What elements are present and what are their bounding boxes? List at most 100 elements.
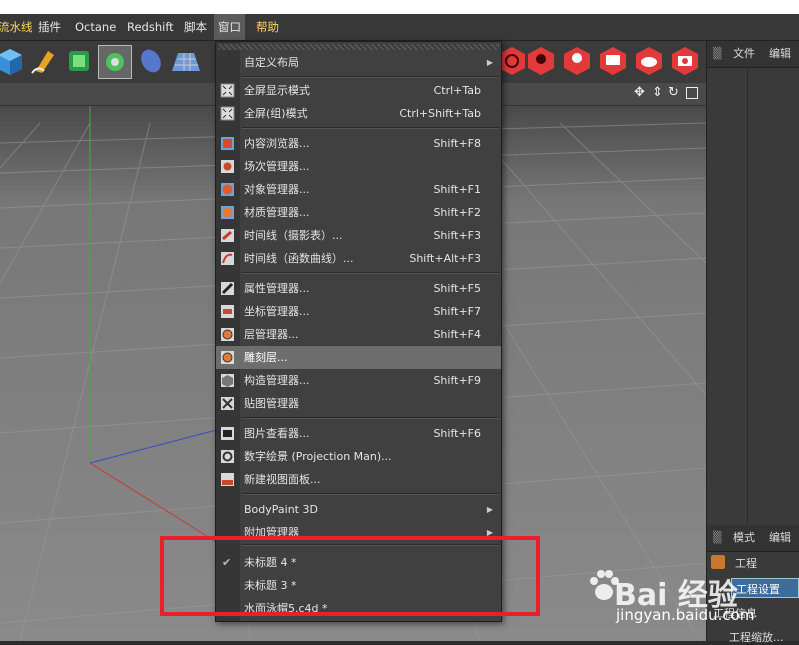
menu-item-structure-manager[interactable]: 构造管理器... Shift+F9: [216, 369, 501, 392]
menu-item-label: 内容浏览器...: [244, 137, 310, 150]
menu-item-take-manager[interactable]: 场次管理器...: [216, 155, 501, 178]
pen-icon[interactable]: [28, 45, 60, 77]
menu-item-label: 属性管理器...: [244, 282, 310, 295]
grip-icon: ▒: [713, 47, 722, 60]
menu-item-shortcut: Shift+F9: [433, 374, 481, 387]
menu-item-shortcut: Shift+F7: [433, 305, 481, 318]
grip-icon: ▒: [713, 531, 722, 544]
menu-item-label: 时间线（函数曲线）...: [244, 252, 354, 265]
menu-item-texture-manager[interactable]: 贴图管理器: [216, 392, 501, 415]
annotation-highlight-box: [160, 536, 540, 616]
menu-item-fullscreen[interactable]: 全屏显示模式 Ctrl+Tab: [216, 79, 501, 102]
menu-separator: [242, 272, 499, 274]
tab-mode[interactable]: 模式: [733, 525, 755, 551]
menu-plugins[interactable]: 插件: [38, 14, 61, 40]
projection-man-icon: [221, 450, 234, 463]
menu-item-material-manager[interactable]: 材质管理器... Shift+F2: [216, 201, 501, 224]
menu-item-label: 新建视图面板...: [244, 473, 321, 486]
tab-edit-attributes[interactable]: 编辑: [769, 525, 791, 551]
menu-item-layer-manager[interactable]: 层管理器... Shift+F4: [216, 323, 501, 346]
move-view-icon[interactable]: ✥: [634, 85, 645, 100]
right-panel: ▒ 文件 编辑 ▒ 模式 编辑 工程 工程设置 工程信息 工程缩放...: [706, 41, 799, 644]
menu-item-shortcut: Shift+F4: [433, 328, 481, 341]
sculpt-layer-icon: [221, 351, 234, 364]
menu-separator: [242, 417, 499, 419]
menu-item-new-view-panel[interactable]: 新建视图面板...: [216, 468, 501, 491]
menu-item-custom-layout[interactable]: 自定义布局 ▶: [216, 51, 501, 74]
menu-item-label: BodyPaint 3D: [244, 503, 318, 516]
menu-separator: [242, 493, 499, 495]
menu-item-label: 全屏显示模式: [244, 84, 310, 97]
coordinate-manager-icon: [221, 305, 234, 318]
new-view-panel-icon: [221, 473, 234, 486]
cloner-icon[interactable]: [98, 45, 132, 79]
submenu-arrow-icon: ▶: [486, 505, 493, 514]
menu-item-label: 图片查看器...: [244, 427, 310, 440]
menu-item-label: 时间线（摄影表）...: [244, 229, 343, 242]
menu-item-timeline-fcurve[interactable]: 时间线（函数曲线）... Shift+Alt+F3: [216, 247, 501, 270]
floor-icon[interactable]: [170, 45, 202, 77]
menu-pipeline[interactable]: 流水线: [0, 14, 33, 40]
menu-item-bodypaint[interactable]: BodyPaint 3D ▶: [216, 498, 501, 521]
menu-item-attribute-manager[interactable]: 属性管理器... Shift+F5: [216, 277, 501, 300]
menu-item-fullscreen-group[interactable]: 全屏(组)模式 Ctrl+Shift+Tab: [216, 102, 501, 125]
menu-item-label: 场次管理器...: [244, 160, 310, 173]
tab-file[interactable]: 文件: [733, 41, 755, 67]
generator-icon[interactable]: [63, 45, 95, 77]
camera-icon[interactable]: [669, 45, 701, 77]
top-strip: [0, 0, 799, 14]
rotate-view-icon[interactable]: ↻: [668, 85, 679, 100]
menu-item-shortcut: Shift+F1: [433, 183, 481, 196]
menu-script[interactable]: 脚本: [184, 14, 207, 40]
menu-item-label: 对象管理器...: [244, 183, 310, 196]
menu-redshift[interactable]: Redshift: [127, 14, 174, 40]
menu-item-picture-viewer[interactable]: 图片查看器... Shift+F6: [216, 422, 501, 445]
menu-item-shortcut: Ctrl+Shift+Tab: [399, 107, 481, 120]
menu-item-content-browser[interactable]: 内容浏览器... Shift+F8: [216, 132, 501, 155]
render-icon-2[interactable]: [525, 45, 557, 77]
menu-tear-off-grip[interactable]: [218, 44, 499, 50]
menu-help[interactable]: 帮助: [256, 14, 279, 40]
menu-bar: 流水线 插件 Octane Redshift 脚本 窗口 帮助: [0, 14, 799, 41]
sky-icon[interactable]: [633, 45, 665, 77]
menu-item-coordinate-manager[interactable]: 坐标管理器... Shift+F7: [216, 300, 501, 323]
zoom-view-icon[interactable]: ⇕: [652, 85, 663, 100]
menu-window[interactable]: 窗口: [214, 14, 245, 40]
menu-item-label: 雕刻层...: [244, 351, 288, 364]
maximize-view-icon[interactable]: [686, 87, 698, 99]
menu-separator: [242, 76, 499, 78]
picture-viewer-icon: [221, 427, 234, 440]
deformer-icon[interactable]: [135, 45, 167, 77]
fullscreen-group-icon: [220, 106, 235, 121]
menu-item-sculpt-layer[interactable]: 雕刻层...: [216, 346, 501, 369]
menu-item-shortcut: Shift+F8: [433, 137, 481, 150]
attribute-manager-icon: [221, 282, 234, 295]
material-manager-icon: [221, 206, 234, 219]
menu-item-label: 全屏(组)模式: [244, 107, 308, 120]
menu-item-shortcut: Shift+F6: [433, 427, 481, 440]
menu-item-label: 数字绘景 (Projection Man)...: [244, 450, 392, 463]
menu-item-projection-man[interactable]: 数字绘景 (Projection Man)...: [216, 445, 501, 468]
watermark: Bai 经验 jingyan.baidu.com: [588, 566, 799, 641]
menu-item-timeline-dopesheet[interactable]: 时间线（摄影表）... Shift+F3: [216, 224, 501, 247]
tab-edit[interactable]: 编辑: [769, 41, 791, 67]
cube-icon[interactable]: [0, 45, 26, 77]
panel-divider: [747, 68, 748, 525]
right-panel-top-tabs: ▒ 文件 编辑: [707, 41, 799, 68]
menu-item-label: 自定义布局: [244, 56, 299, 69]
submenu-arrow-icon: ▶: [486, 58, 493, 67]
menu-item-label: 材质管理器...: [244, 206, 310, 219]
menu-item-object-manager[interactable]: 对象管理器... Shift+F1: [216, 178, 501, 201]
timeline-dopesheet-icon: [221, 229, 234, 242]
fullscreen-icon: [220, 83, 235, 98]
display-icon[interactable]: [597, 45, 629, 77]
layer-manager-icon: [221, 328, 234, 341]
menu-item-shortcut: Shift+F5: [433, 282, 481, 295]
menu-octane[interactable]: Octane: [75, 14, 116, 40]
light-icon[interactable]: [561, 45, 593, 77]
take-manager-icon: [221, 160, 234, 173]
menu-item-shortcut: Shift+Alt+F3: [409, 252, 481, 265]
menu-item-label: 坐标管理器...: [244, 305, 310, 318]
object-manager-icon: [221, 183, 234, 196]
texture-manager-icon: [221, 397, 234, 410]
